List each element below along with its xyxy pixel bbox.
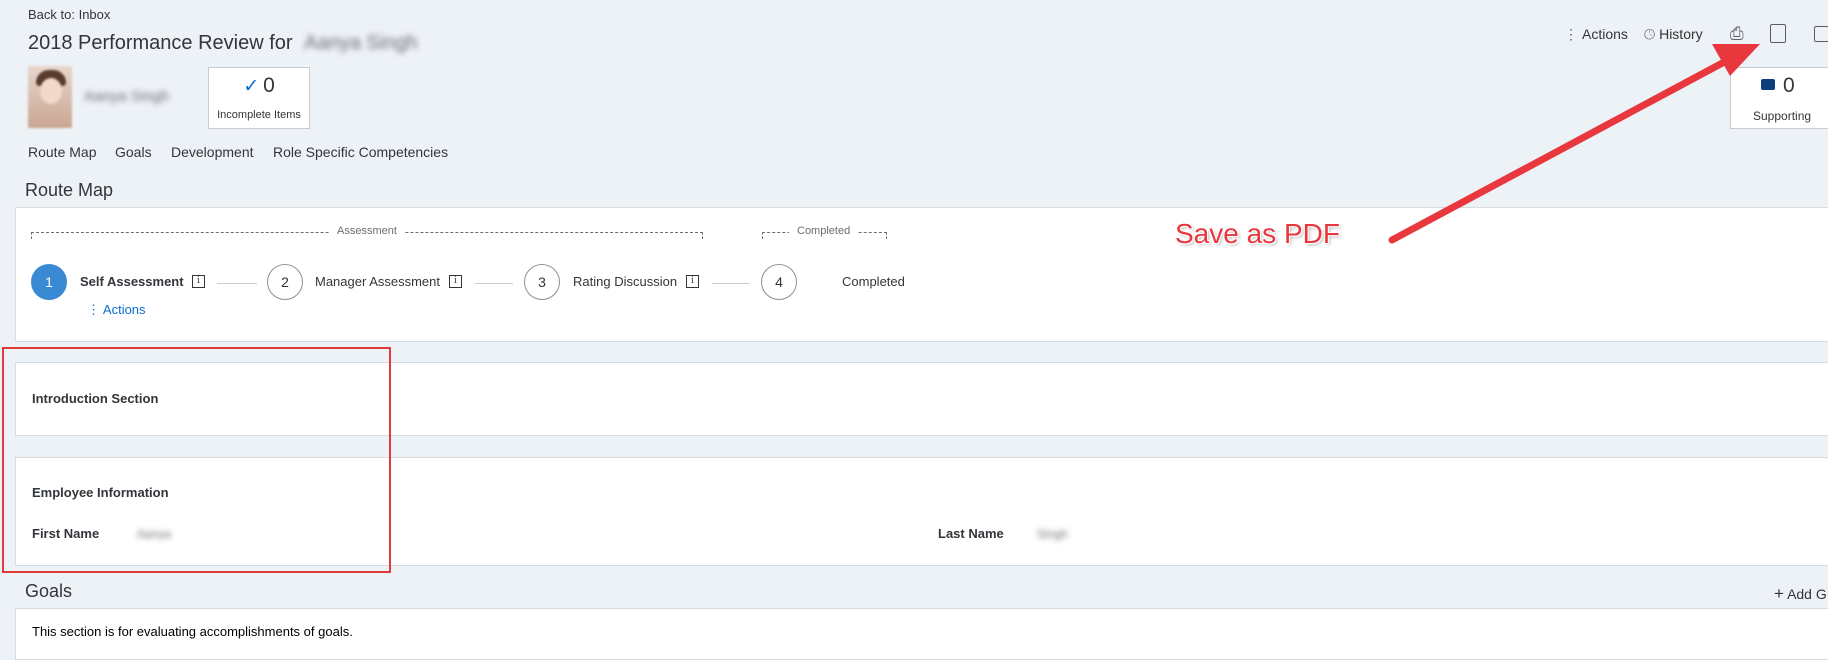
annotation-arrow bbox=[1388, 44, 1760, 244]
